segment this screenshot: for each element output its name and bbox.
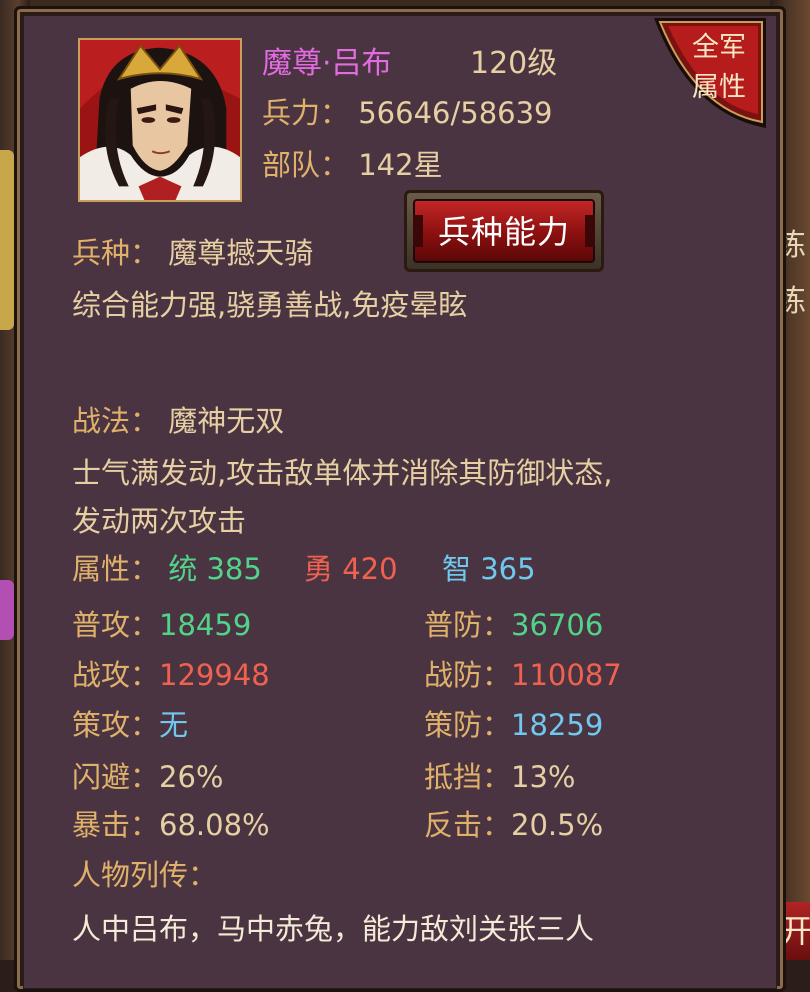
troop-type-row: 兵种： 魔尊撼天骑: [72, 230, 313, 272]
bio-line1: 人中吕布，马中赤兔，能力敌刘关张三人: [72, 912, 595, 946]
stat-value: 18259: [511, 708, 604, 742]
stat-pugong: 普攻：18459: [72, 602, 251, 644]
stat-value: 26%: [159, 760, 224, 794]
stat-label: 普攻：: [72, 608, 160, 642]
stat-zhangong: 战攻：129948: [72, 652, 270, 694]
troops-row: 兵力： 56646/58639: [262, 90, 553, 132]
troop-type-value: 魔尊撼天骑: [168, 236, 314, 270]
corner-badge-text: 全军 属性: [684, 28, 754, 108]
corner-badge-line1: 全军: [692, 32, 746, 63]
stat-label: 策防：: [424, 708, 512, 742]
stat-zhanfang: 战防：110087: [424, 652, 622, 694]
hero-portrait: [78, 38, 242, 202]
stat-shanbi: 闪避：26%: [72, 754, 223, 796]
stat-value: 68.08%: [159, 808, 270, 842]
stat-label: 抵挡：: [424, 760, 512, 794]
stat-value: 18459: [159, 608, 252, 642]
stat-value: 20.5%: [511, 808, 604, 842]
hero-name: 魔尊·吕布: [262, 46, 392, 81]
tactic-value: 魔神无双: [168, 404, 285, 438]
troop-ability-button[interactable]: 兵种能力: [404, 190, 604, 272]
troop-type-desc: 综合能力强,骁勇善战,免疫晕眩: [72, 288, 468, 322]
attribute-zhi: 智 365: [442, 552, 536, 586]
troops-value: 56646/58639: [358, 96, 553, 130]
stat-label: 普防：: [424, 608, 512, 642]
stat-value: 36706: [511, 608, 604, 642]
stat-cegong: 策攻：无: [72, 702, 188, 744]
stat-value: 13%: [511, 760, 576, 794]
attribute-yong: 勇 420: [304, 552, 398, 586]
attribute-tong: 统 385: [168, 552, 262, 586]
unit-label: 部队：: [262, 148, 350, 182]
stat-fanji: 反击：20.5%: [424, 802, 603, 844]
attributes-label: 属性：: [72, 552, 160, 586]
stat-value: 无: [159, 708, 189, 742]
tactic-desc-line1: 士气满发动,攻击敌单体并消除其防御状态,: [72, 456, 613, 490]
left-side-tab-2[interactable]: [0, 580, 14, 640]
stat-label: 策攻：: [72, 708, 160, 742]
stat-label: 反击：: [424, 808, 512, 842]
attributes-row: 属性： 统 385: [72, 546, 262, 588]
troop-ability-button-label: 兵种能力: [413, 199, 595, 263]
corner-badge-line2: 属性: [692, 72, 746, 103]
tactic-label: 战法：: [72, 404, 160, 438]
troops-label: 兵力：: [262, 96, 350, 130]
tactic-row: 战法： 魔神无双: [72, 398, 284, 440]
tactic-desc-line2: 发动两次攻击: [72, 504, 247, 538]
left-side-tab[interactable]: [0, 150, 14, 330]
stat-pufang: 普防：36706: [424, 602, 603, 644]
stat-baoji: 暴击：68.08%: [72, 802, 270, 844]
stat-label: 暴击：: [72, 808, 160, 842]
army-attributes-button[interactable]: 全军 属性: [650, 14, 770, 132]
hero-portrait-image: [80, 40, 240, 200]
stat-cefang: 策防：18259: [424, 702, 603, 744]
stat-label: 战攻：: [72, 658, 160, 692]
stat-didang: 抵挡：13%: [424, 754, 575, 796]
hero-level: 120级: [470, 46, 558, 81]
stat-value: 129948: [159, 658, 270, 692]
unit-row: 部队： 142星: [262, 142, 443, 184]
stat-label: 战防：: [424, 658, 512, 692]
unit-value: 142星: [358, 148, 443, 182]
troop-type-label: 兵种：: [72, 236, 160, 270]
stat-label: 闪避：: [72, 760, 160, 794]
stat-value: 110087: [511, 658, 622, 692]
bio-label: 人物列传：: [72, 858, 218, 892]
